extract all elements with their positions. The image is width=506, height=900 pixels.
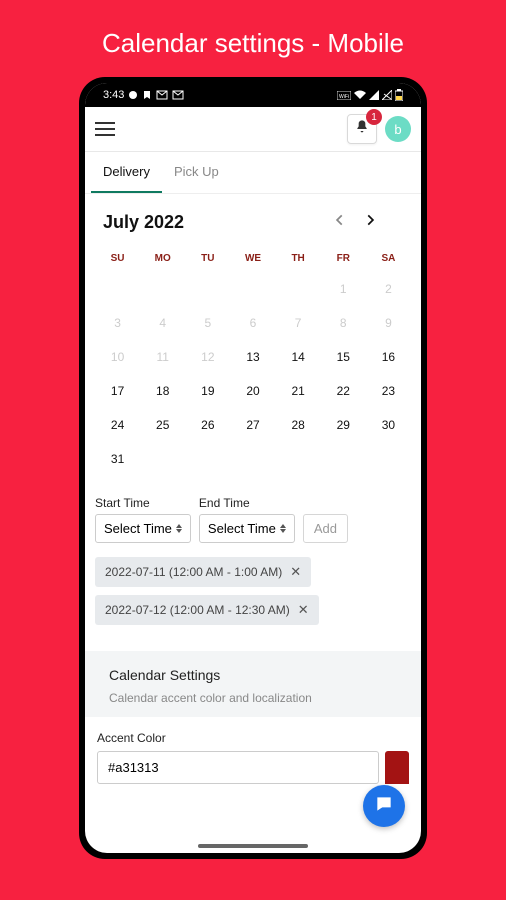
settings-section: Calendar Settings Calendar accent color … — [85, 651, 421, 717]
vowifi-icon: WiFi — [337, 91, 351, 100]
app-header: 1 b — [85, 107, 421, 152]
calendar-day[interactable]: 26 — [185, 408, 230, 442]
dow-header: WE — [230, 247, 275, 272]
wifi-icon — [354, 90, 366, 100]
status-time: 3:43 — [103, 89, 124, 101]
calendar-day[interactable]: 19 — [185, 374, 230, 408]
calendar-day[interactable]: 17 — [95, 374, 140, 408]
dow-header: SA — [366, 247, 411, 272]
circle-icon — [128, 90, 138, 100]
calendar-day[interactable]: 7 — [276, 306, 321, 340]
mail-icon — [172, 90, 184, 100]
calendar-day[interactable]: 28 — [276, 408, 321, 442]
calendar-day[interactable]: 20 — [230, 374, 275, 408]
status-bar: 3:43 WiFi — [85, 83, 421, 107]
end-time-label: End Time — [199, 496, 295, 510]
phone-frame: 3:43 WiFi 1 — [79, 77, 427, 859]
chat-fab[interactable] — [363, 785, 405, 827]
calendar-day[interactable]: 24 — [95, 408, 140, 442]
prev-month-button[interactable] — [333, 213, 347, 232]
calendar-day[interactable]: 22 — [321, 374, 366, 408]
calendar-day[interactable]: 14 — [276, 340, 321, 374]
next-month-button[interactable] — [363, 213, 377, 232]
nosim-icon — [382, 90, 392, 100]
calendar-day[interactable]: 4 — [140, 306, 185, 340]
calendar-day[interactable]: 21 — [276, 374, 321, 408]
calendar-day[interactable]: 12 — [185, 340, 230, 374]
calendar-day[interactable]: 29 — [321, 408, 366, 442]
bookmark-icon — [142, 90, 152, 100]
dow-header: FR — [321, 247, 366, 272]
calendar-day[interactable]: 16 — [366, 340, 411, 374]
dow-header: SU — [95, 247, 140, 272]
settings-title: Calendar Settings — [109, 667, 397, 683]
start-time-label: Start Time — [95, 496, 191, 510]
mail-icon — [156, 90, 168, 100]
calendar-day[interactable]: 8 — [321, 306, 366, 340]
calendar-day[interactable]: 6 — [230, 306, 275, 340]
sort-icon — [280, 524, 286, 533]
sort-icon — [176, 524, 182, 533]
close-icon[interactable]: ✕ — [290, 564, 301, 580]
calendar-day[interactable]: 27 — [230, 408, 275, 442]
start-time-select[interactable]: Select Time — [95, 514, 191, 543]
calendar-day[interactable]: 31 — [95, 442, 140, 476]
notification-badge: 1 — [366, 109, 382, 125]
time-slot-list: 2022-07-11 (12:00 AM - 1:00 AM)✕2022-07-… — [85, 553, 421, 629]
accent-color-input[interactable] — [97, 751, 379, 784]
notifications-button[interactable]: 1 — [347, 114, 377, 144]
time-picker-row: Start Time Select Time End Time Select T… — [85, 482, 421, 553]
time-slot-text: 2022-07-11 (12:00 AM - 1:00 AM) — [105, 565, 282, 579]
settings-desc: Calendar accent color and localization — [109, 691, 397, 705]
calendar-day[interactable]: 15 — [321, 340, 366, 374]
content: July 2022 SUMOTUWETHFRSA1234567891011121… — [85, 194, 421, 853]
menu-button[interactable] — [95, 117, 119, 141]
accent-color-swatch[interactable] — [385, 751, 409, 784]
calendar-day[interactable]: 25 — [140, 408, 185, 442]
calendar-day[interactable]: 1 — [321, 272, 366, 306]
dow-header: MO — [140, 247, 185, 272]
time-slot-chip: 2022-07-12 (12:00 AM - 12:30 AM) ✕ — [95, 595, 319, 625]
battery-icon — [395, 89, 403, 101]
accent-color-label: Accent Color — [97, 731, 409, 745]
time-slot-chip: 2022-07-11 (12:00 AM - 1:00 AM) ✕ — [95, 557, 311, 587]
svg-text:WiFi: WiFi — [339, 94, 349, 100]
calendar-day[interactable]: 9 — [366, 306, 411, 340]
page-title: Calendar settings - Mobile — [0, 0, 506, 77]
calendar: July 2022 SUMOTUWETHFRSA1234567891011121… — [85, 194, 421, 482]
calendar-day[interactable]: 18 — [140, 374, 185, 408]
calendar-day[interactable]: 30 — [366, 408, 411, 442]
home-indicator — [198, 844, 308, 848]
calendar-grid: SUMOTUWETHFRSA12345678910111213141516171… — [95, 247, 411, 476]
calendar-day[interactable]: 10 — [95, 340, 140, 374]
phone-screen: 3:43 WiFi 1 — [85, 83, 421, 853]
close-icon[interactable]: ✕ — [298, 602, 309, 618]
calendar-day[interactable]: 5 — [185, 306, 230, 340]
calendar-day[interactable]: 11 — [140, 340, 185, 374]
calendar-day[interactable]: 2 — [366, 272, 411, 306]
calendar-day[interactable]: 13 — [230, 340, 275, 374]
signal-icon — [369, 90, 379, 100]
calendar-month-label: July 2022 — [103, 212, 184, 233]
add-button[interactable]: Add — [303, 514, 348, 543]
avatar[interactable]: b — [385, 116, 411, 142]
calendar-day[interactable]: 3 — [95, 306, 140, 340]
tab-pick-up[interactable]: Pick Up — [162, 152, 231, 193]
accent-color-block: Accent Color — [85, 717, 421, 784]
time-slot-text: 2022-07-12 (12:00 AM - 12:30 AM) — [105, 603, 290, 617]
tabs: DeliveryPick Up — [85, 152, 421, 194]
dow-header: TH — [276, 247, 321, 272]
calendar-day[interactable]: 23 — [366, 374, 411, 408]
dow-header: TU — [185, 247, 230, 272]
end-time-select[interactable]: Select Time — [199, 514, 295, 543]
chat-icon — [374, 794, 394, 819]
tab-delivery[interactable]: Delivery — [91, 152, 162, 193]
